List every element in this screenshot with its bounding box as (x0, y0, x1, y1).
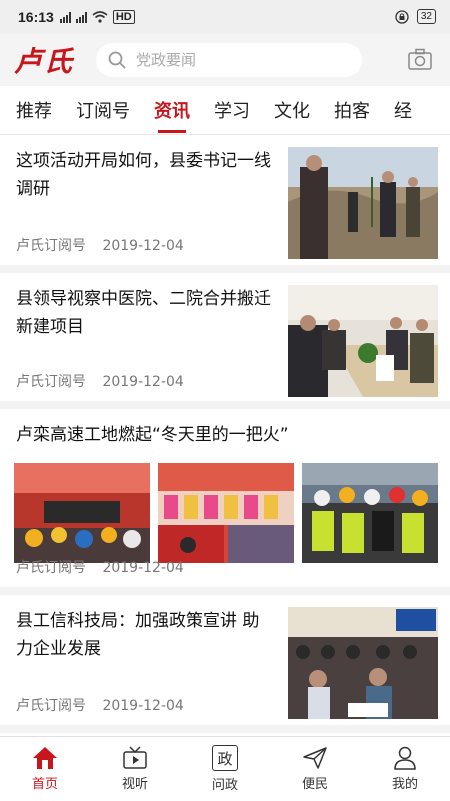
news-source: 卢氏订阅号 (16, 374, 86, 390)
news-thumbnail[interactable] (14, 463, 150, 563)
news-thumbnail[interactable] (288, 607, 438, 719)
news-thumbnail[interactable] (288, 147, 438, 259)
news-title[interactable]: 卢栾高速工地燃起“冬天里的一把火” (16, 421, 436, 449)
news-source: 卢氏订阅号 (16, 560, 86, 576)
news-item[interactable]: 这项活动开局如何，县委书记一线调研 卢氏订阅号 2019-12-04 (0, 135, 450, 273)
news-meta: 卢氏订阅号 2019-12-04 (16, 695, 184, 715)
news-title[interactable]: 这项活动开局如何，县委书记一线调研 (16, 147, 272, 203)
nav-services-label: 便民 (301, 777, 328, 792)
news-title[interactable]: 县领导视察中医院、二院合并搬迁新建项目 (16, 285, 272, 341)
status-time: 16:13 (18, 9, 54, 25)
tab-culture[interactable]: 文化 (274, 97, 310, 123)
camera-icon[interactable] (408, 48, 432, 70)
search-input[interactable] (134, 50, 339, 70)
tab-paike[interactable]: 拍客 (334, 97, 370, 123)
nav-profile[interactable]: 我的 (365, 746, 445, 792)
app-logo: 卢氏 (14, 45, 75, 78)
tab-recommend[interactable]: 推荐 (16, 97, 52, 123)
news-date: 2019-12-04 (102, 238, 184, 254)
nav-inquiry-label: 问政 (211, 778, 238, 793)
status-icons: HD (59, 10, 135, 24)
news-thumbnail[interactable] (288, 285, 438, 397)
news-feed: 这项活动开局如何，县委书记一线调研 卢氏订阅号 2019-12-04 县领导视察… (0, 135, 450, 733)
status-bar: 16:13 HD 32 (0, 0, 450, 34)
battery-icon: 32 (416, 9, 436, 24)
tv-icon (123, 746, 147, 769)
nav-profile-label: 我的 (391, 777, 418, 792)
nav-services[interactable]: 便民 (275, 746, 355, 792)
network-type: HD (112, 10, 135, 24)
search-box[interactable] (96, 43, 363, 77)
news-title[interactable]: 县工信科技局：加强政策宣讲 助力企业发展 (16, 607, 272, 663)
news-meta: 卢氏订阅号 2019-12-04 (16, 371, 184, 391)
user-icon (394, 746, 416, 770)
bottom-nav: 首页 视听 政 问政 便民 我的 (0, 736, 450, 801)
app-header: 卢氏 (0, 34, 450, 86)
nav-home-label: 首页 (31, 777, 58, 792)
news-thumbnail[interactable] (302, 463, 438, 563)
news-meta: 卢氏订阅号 2019-12-04 (16, 557, 184, 577)
send-icon (303, 747, 327, 769)
search-icon (108, 51, 126, 69)
news-source: 卢氏订阅号 (16, 238, 86, 254)
nav-media[interactable]: 视听 (95, 746, 175, 792)
signal-icon-2 (75, 11, 87, 23)
news-thumbnail[interactable] (158, 463, 294, 563)
signal-icon (59, 11, 71, 23)
home-icon (33, 747, 57, 769)
tab-economy[interactable]: 经 (394, 97, 412, 123)
news-item[interactable]: 县领导视察中医院、二院合并搬迁新建项目 卢氏订阅号 2019-12-04 (0, 273, 450, 409)
news-date: 2019-12-04 (102, 698, 184, 714)
nav-home[interactable]: 首页 (5, 746, 85, 792)
zheng-icon: 政 (212, 745, 238, 771)
tab-news[interactable]: 资讯 (154, 97, 190, 133)
lock-icon (395, 9, 409, 24)
nav-media-label: 视听 (121, 777, 148, 792)
news-date: 2019-12-04 (102, 374, 184, 390)
news-thumbnail-row (14, 463, 438, 563)
channel-tabs: 推荐 订阅号 资讯 学习 文化 拍客 经 (0, 86, 450, 135)
wifi-icon (92, 11, 108, 23)
tab-study[interactable]: 学习 (214, 97, 250, 123)
news-meta: 卢氏订阅号 2019-12-04 (16, 235, 184, 255)
news-item[interactable]: 卢栾高速工地燃起“冬天里的一把火” 卢氏订阅号 2019-12-04 (0, 409, 450, 595)
news-source: 卢氏订阅号 (16, 698, 86, 714)
tab-subscriptions[interactable]: 订阅号 (76, 97, 130, 123)
nav-inquiry[interactable]: 政 问政 (185, 745, 265, 793)
news-item[interactable]: 县工信科技局：加强政策宣讲 助力企业发展 卢氏订阅号 2019-12-04 (0, 595, 450, 733)
news-date: 2019-12-04 (102, 560, 184, 576)
